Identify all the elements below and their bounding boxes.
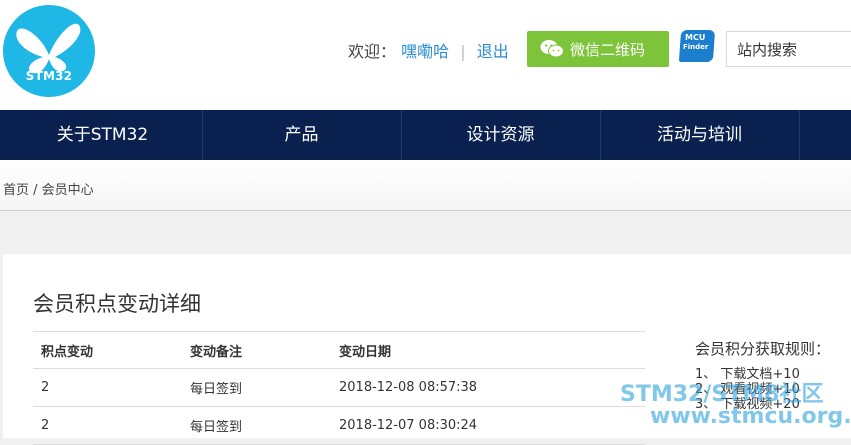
cell-change: 2 [33,368,182,407]
watermark-line2: www.stmcu.org.cn [650,404,851,429]
wechat-qr-button[interactable]: 微信二维码 [527,31,669,67]
page-title: 会员积点变动详细 [33,292,201,316]
cell-change: 2 [33,406,182,445]
wechat-icon [540,39,564,59]
stm32-logo[interactable]: STM32 [3,5,95,97]
column-header-change: 积点变动 [33,331,182,369]
nav-item-about[interactable]: 关于STM32 [3,110,203,160]
cell-date: 2018-12-07 08:30:24 [331,406,645,445]
logo-text: STM32 [25,69,73,83]
table-row: 2 每日签到 2018-12-08 08:57:38 [33,368,645,407]
column-header-date: 变动日期 [331,331,645,369]
nav-item-design-resources[interactable]: 设计资源 [401,110,601,160]
mcu-finder-line1: MCU [685,33,706,42]
cell-note: 每日签到 [182,368,331,407]
nav-item-events-training[interactable]: 活动与培训 [600,110,800,160]
main-nav: 关于STM32 产品 设计资源 活动与培训 [0,110,851,160]
table-row: 2 每日签到 2018-12-07 08:30:24 [33,406,645,445]
nav-item-products[interactable]: 产品 [202,110,402,160]
mcu-finder-line2: Finder [683,43,709,51]
mcu-finder-link[interactable]: MCU Finder [678,30,717,64]
points-table: 积点变动 变动备注 变动日期 2 每日签到 2018-12-08 08:57:3… [33,331,645,445]
cell-note: 每日签到 [182,406,331,445]
breadcrumb-bar: 首页 / 会员中心 [0,160,851,211]
butterfly-icon [16,23,81,74]
logout-link[interactable]: 退出 [477,42,509,61]
username-link[interactable]: 嘿嘞哈 [401,42,449,61]
welcome-bar: 欢迎： 嘿嘞哈 | 退出 [348,38,509,62]
table-header-row: 积点变动 变动备注 变动日期 [33,331,645,369]
breadcrumb[interactable]: 首页 / 会员中心 [3,179,94,198]
rules-title: 会员积分获取规则： [695,340,831,358]
site-header: STM32 欢迎： 嘿嘞哈 | 退出 微信二维码 MCU Finder [0,0,851,110]
separator: | [460,42,466,61]
cell-date: 2018-12-08 08:57:38 [331,368,645,407]
column-header-note: 变动备注 [182,331,331,369]
wechat-label: 微信二维码 [570,40,646,59]
site-search-input[interactable] [726,31,851,67]
welcome-label: 欢迎： [348,42,397,61]
